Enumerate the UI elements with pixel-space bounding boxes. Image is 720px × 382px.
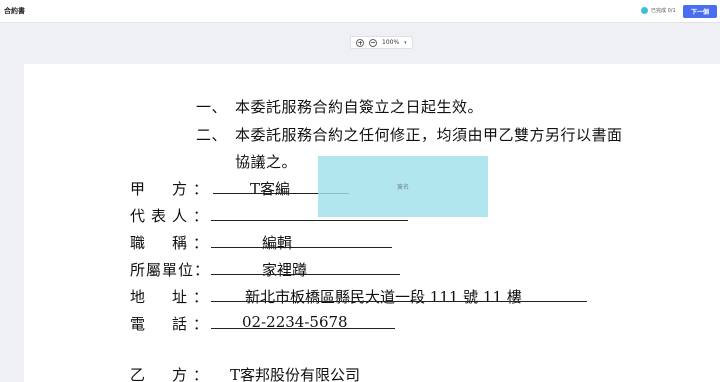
phone-label: 電 話： [130,315,215,333]
zoom-in-icon[interactable] [356,38,364,47]
next-button[interactable]: 下一個 [683,5,717,18]
clause-2-text: 本委託服務合約之任何修正，均須由甲乙雙方另行以書面 [235,126,623,144]
zoom-out-icon[interactable] [369,38,377,47]
party-a-label: 甲 方： [130,180,215,198]
clause-2-continuation: 協議之。 [235,153,298,171]
party-a-value: T客編 [250,180,291,198]
top-bar: 合約書 已完成 0/1 下一個 [0,0,720,23]
department-value: 家裡蹲 [262,261,308,279]
party-b-value: T客邦股份有限公司 [230,366,361,382]
title-underline [211,247,392,248]
signature-placeholder: 簽名 [396,184,409,191]
chevron-down-icon[interactable]: ▾ [404,40,407,46]
title-label: 職 稱： [130,234,215,252]
address-underline [211,301,587,302]
document-title: 合約書 [4,7,25,15]
department-underline [211,274,400,275]
address-label: 地 址： [130,288,215,306]
clause-1-text: 本委託服務合約自簽立之日起生效。 [235,98,484,116]
zoom-level[interactable]: 100% [382,39,399,46]
progress-indicator: 已完成 0/1 [641,7,676,14]
title-value: 編輯 [262,234,293,252]
phone-underline [211,328,395,329]
department-label: 所屬單位： [130,261,211,279]
party-b-label: 乙 方： [130,366,215,382]
representative-label: 代表人： [130,207,215,225]
clause-1-number: 一、 [196,98,228,116]
zoom-toolbar: 100% ▾ [350,36,413,49]
address-value: 新北市板橋區縣民大道一段 111 號 11 樓 [245,288,522,306]
clause-2-number: 二、 [196,126,228,144]
representative-underline [211,220,408,221]
progress-dot-icon [641,7,648,14]
progress-text: 已完成 0/1 [651,8,676,14]
signature-field[interactable]: 簽名 [318,156,488,217]
